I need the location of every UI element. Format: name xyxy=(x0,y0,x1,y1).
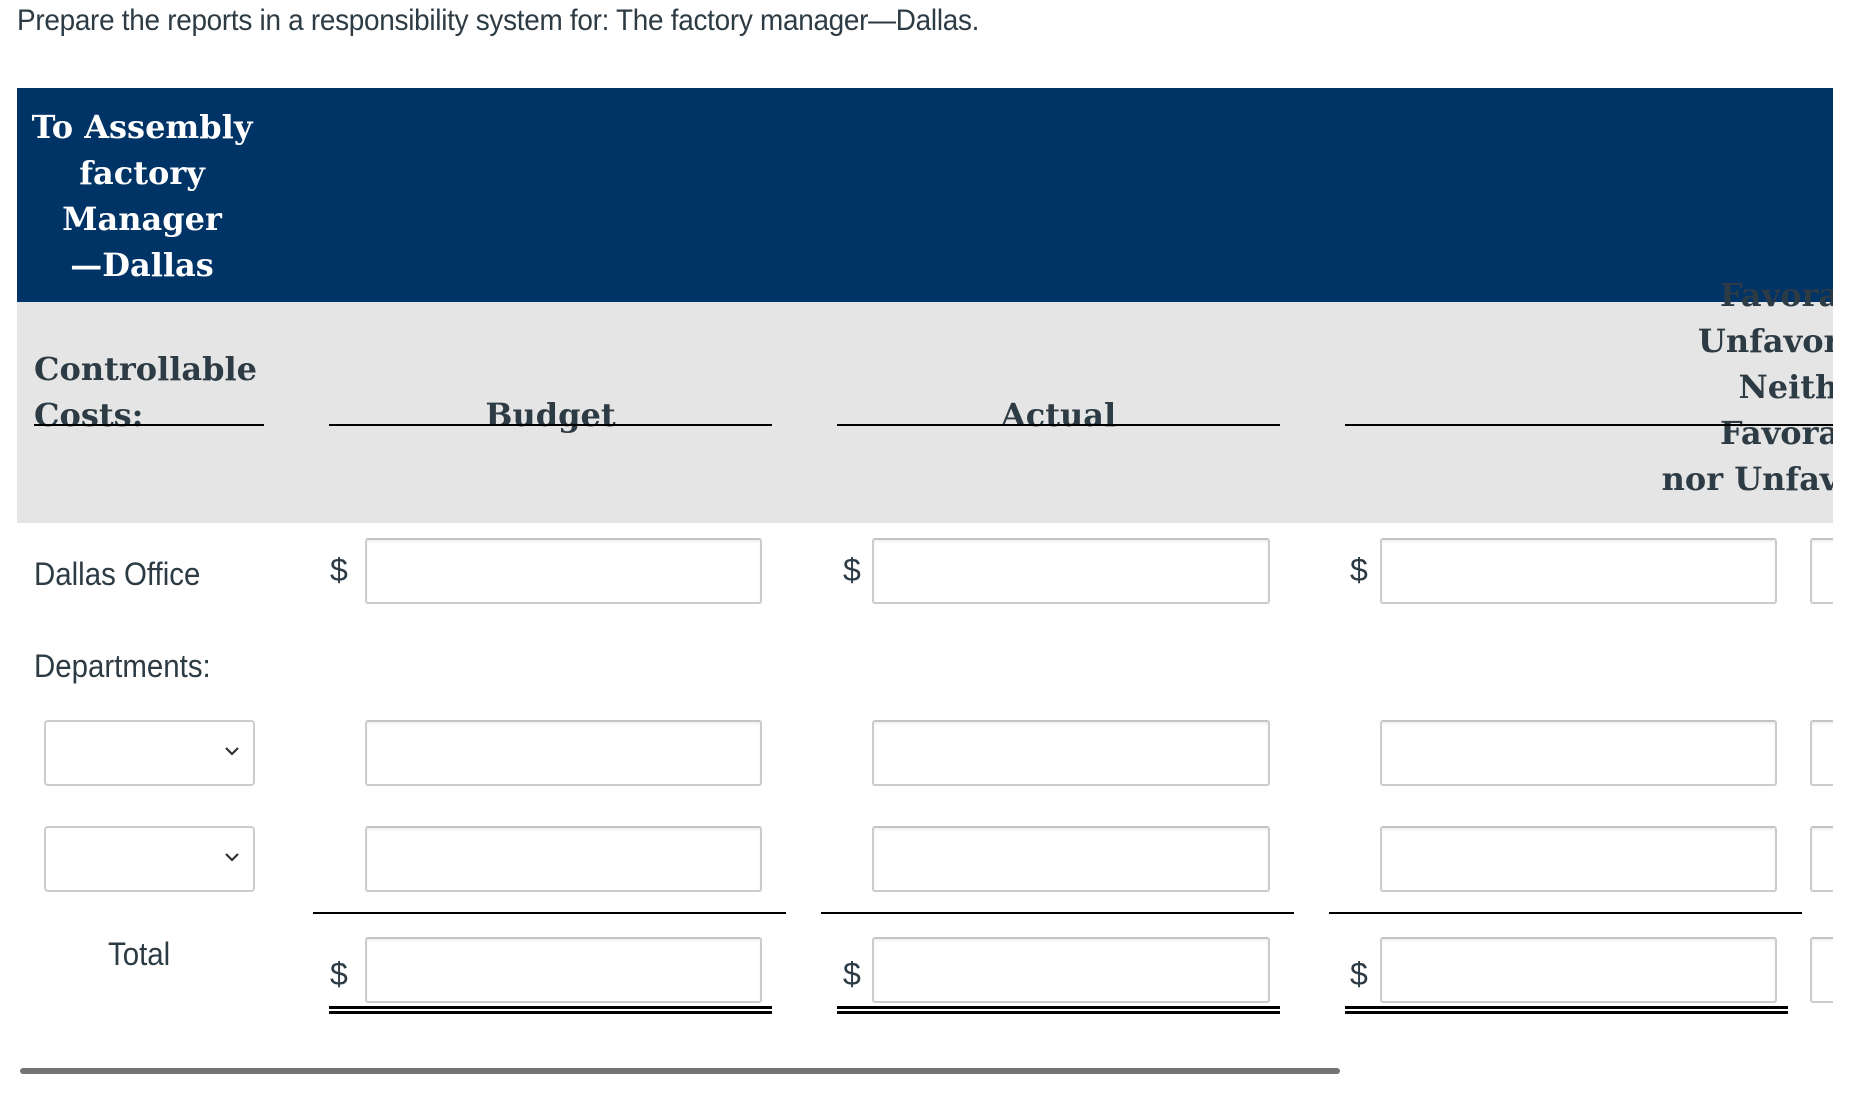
chevron-down-icon xyxy=(225,747,239,756)
dallas-office-variance-input[interactable] xyxy=(1380,538,1777,604)
header-line: Unfavorable xyxy=(1697,322,1833,360)
costs-header-underline xyxy=(34,424,264,426)
total-label: Total xyxy=(108,936,171,972)
table-title-band: To Assembly factory Manager —Dallas xyxy=(17,88,1833,302)
header-line: Neither Favorable xyxy=(1719,368,1833,452)
budget-header-underline xyxy=(329,424,772,426)
total-variance-type-select[interactable] xyxy=(1810,937,1833,1003)
actual-subtotal-line xyxy=(821,912,1294,914)
budget-total-dollar-sign: $ xyxy=(330,956,348,992)
variance-dollar-sign: $ xyxy=(1350,552,1368,588)
actual-dollar-sign: $ xyxy=(843,552,861,588)
department-1-variance-type-select[interactable] xyxy=(1810,720,1833,786)
actual-total-dollar-sign: $ xyxy=(843,956,861,992)
budget-total-double-underline xyxy=(329,1006,772,1014)
budget-column-header: Budget xyxy=(485,396,616,434)
variance-header-underline xyxy=(1345,424,1833,426)
header-line: nor Unfavorable xyxy=(1661,460,1833,498)
variance-subtotal-line xyxy=(1329,912,1802,914)
department-1-actual-input[interactable] xyxy=(872,720,1270,786)
header-line: Controllable xyxy=(34,350,257,388)
variance-total-double-underline xyxy=(1345,1006,1788,1014)
budget-dollar-sign: $ xyxy=(330,552,348,588)
actual-header-underline xyxy=(837,424,1280,426)
total-actual-input[interactable] xyxy=(872,937,1270,1003)
department-2-variance-type-select[interactable] xyxy=(1810,826,1833,892)
department-1-variance-input[interactable] xyxy=(1380,720,1777,786)
header-line: Favorable xyxy=(1719,276,1833,314)
department-2-budget-input[interactable] xyxy=(365,826,762,892)
table-title-line: Manager xyxy=(62,200,222,238)
table-title: To Assembly factory Manager —Dallas xyxy=(17,104,267,288)
actual-total-double-underline xyxy=(837,1006,1280,1014)
actual-column-header: Actual xyxy=(1000,396,1117,434)
dallas-office-label: Dallas Office xyxy=(34,556,201,592)
table-title-line: —Dallas xyxy=(70,246,214,284)
responsibility-report-table: To Assembly factory Manager —Dallas Cont… xyxy=(17,88,1833,1094)
department-select-1[interactable] xyxy=(44,720,255,786)
dallas-office-variance-type-select[interactable] xyxy=(1810,538,1833,604)
department-1-budget-input[interactable] xyxy=(365,720,762,786)
dallas-office-budget-input[interactable] xyxy=(365,538,762,604)
departments-label: Departments: xyxy=(34,648,211,684)
header-line: Costs: xyxy=(34,396,144,434)
variance-column-header: Favorable Unfavorable Neither Favorable … xyxy=(1657,272,1833,502)
chevron-down-icon xyxy=(225,853,239,862)
variance-total-dollar-sign: $ xyxy=(1350,956,1368,992)
department-2-actual-input[interactable] xyxy=(872,826,1270,892)
department-2-variance-input[interactable] xyxy=(1380,826,1777,892)
horizontal-scrollbar-thumb[interactable] xyxy=(20,1068,1340,1074)
dallas-office-actual-input[interactable] xyxy=(872,538,1270,604)
department-select-2[interactable] xyxy=(44,826,255,892)
total-variance-input[interactable] xyxy=(1380,937,1777,1003)
total-budget-input[interactable] xyxy=(365,937,762,1003)
budget-subtotal-line xyxy=(313,912,786,914)
table-title-line: factory xyxy=(79,154,205,192)
question-prompt: Prepare the reports in a responsibility … xyxy=(17,4,980,37)
table-title-line: To Assembly xyxy=(31,108,253,146)
